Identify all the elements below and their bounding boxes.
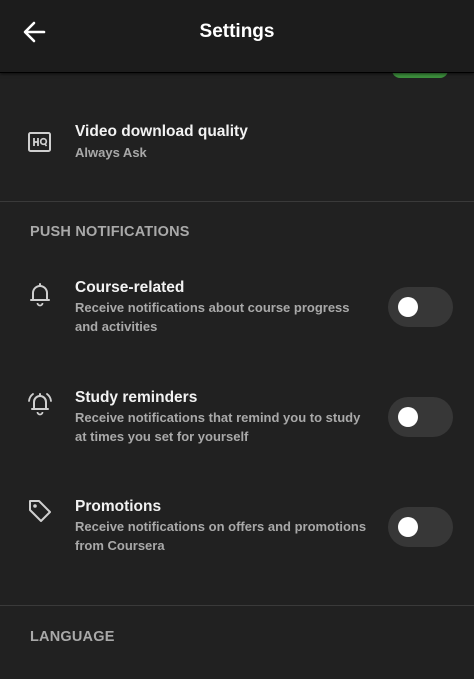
tag-icon bbox=[29, 500, 51, 522]
bell-icon bbox=[30, 283, 50, 307]
toggle-knob bbox=[398, 517, 418, 537]
course-related-setting[interactable]: Course-related Receive notifications abo… bbox=[0, 270, 474, 350]
course-related-toggle[interactable] bbox=[388, 287, 453, 327]
push-notifications-header: PUSH NOTIFICATIONS bbox=[30, 224, 190, 240]
toggle-knob bbox=[398, 297, 418, 317]
promotions-setting[interactable]: Promotions Receive notifications on offe… bbox=[0, 489, 474, 569]
promotions-description: Receive notifications on offers and prom… bbox=[75, 519, 367, 553]
study-reminders-description: Receive notifications that remind you to… bbox=[75, 410, 361, 444]
course-related-title: Course-related bbox=[75, 279, 185, 296]
study-reminders-setting[interactable]: Study reminders Receive notifications th… bbox=[0, 380, 474, 460]
promotions-toggle[interactable] bbox=[388, 507, 453, 547]
study-reminders-toggle[interactable] bbox=[388, 397, 453, 437]
divider bbox=[0, 605, 474, 606]
hq-icon bbox=[28, 132, 51, 152]
promotions-title: Promotions bbox=[75, 498, 162, 515]
course-related-description: Receive notifications about course progr… bbox=[75, 300, 350, 334]
language-header: LANGUAGE bbox=[30, 629, 115, 645]
video-quality-title: Video download quality bbox=[75, 123, 248, 140]
study-reminders-title: Study reminders bbox=[75, 389, 198, 406]
page-title: Settings bbox=[199, 21, 275, 42]
alarm-bell-icon bbox=[28, 393, 52, 416]
video-quality-setting[interactable]: Video download quality Always Ask bbox=[0, 110, 474, 190]
toggle-knob bbox=[398, 407, 418, 427]
divider bbox=[0, 201, 474, 202]
video-quality-value: Always Ask bbox=[75, 145, 147, 160]
app-bar: Settings bbox=[0, 0, 474, 73]
